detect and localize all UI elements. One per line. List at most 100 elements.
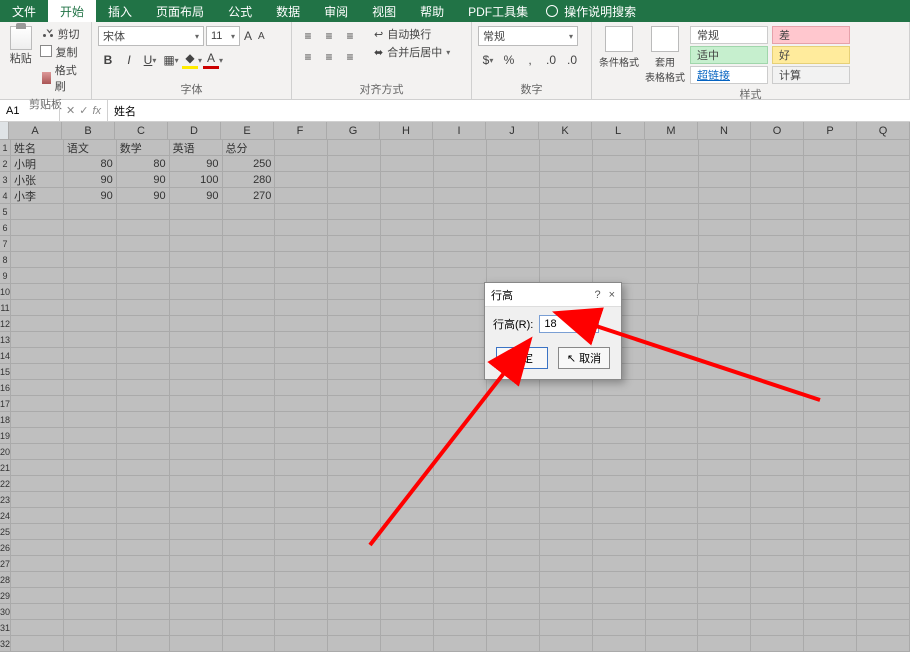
cell[interactable] [328, 380, 381, 396]
cell[interactable] [64, 332, 117, 348]
cell[interactable] [328, 492, 381, 508]
cell[interactable] [487, 556, 540, 572]
cell[interactable] [223, 524, 276, 540]
row-header[interactable]: 10 [0, 284, 11, 300]
cell[interactable] [170, 476, 223, 492]
cell[interactable] [804, 620, 857, 636]
cell[interactable] [434, 508, 487, 524]
cell[interactable] [593, 252, 646, 268]
cell[interactable] [804, 316, 857, 332]
cell[interactable] [540, 460, 593, 476]
cell[interactable] [328, 460, 381, 476]
cell[interactable] [434, 284, 487, 300]
cell[interactable] [11, 524, 64, 540]
cell[interactable] [804, 508, 857, 524]
fill-color-button[interactable]: ◆▾ [182, 50, 202, 70]
cell[interactable] [698, 316, 751, 332]
cell[interactable]: 80 [117, 156, 170, 172]
cell[interactable] [434, 556, 487, 572]
style-link[interactable]: 超链接 [690, 66, 768, 84]
cell[interactable] [170, 284, 223, 300]
cell[interactable] [434, 172, 487, 188]
cell[interactable] [751, 540, 804, 556]
cell[interactable] [64, 492, 117, 508]
cell[interactable] [328, 428, 381, 444]
cell[interactable] [751, 300, 804, 316]
col-header-E[interactable]: E [221, 122, 274, 139]
cell[interactable]: 100 [170, 172, 223, 188]
cell[interactable] [328, 476, 381, 492]
cell[interactable]: 英语 [170, 140, 223, 156]
cell[interactable] [434, 188, 487, 204]
cell[interactable] [751, 476, 804, 492]
cell[interactable]: 小明 [11, 156, 64, 172]
cell[interactable] [540, 556, 593, 572]
style-good[interactable]: 好 [772, 46, 850, 64]
cell[interactable] [170, 636, 223, 652]
cell[interactable] [170, 236, 223, 252]
font-color-button[interactable]: A▾ [203, 50, 223, 70]
cell[interactable] [64, 396, 117, 412]
cell[interactable] [646, 156, 699, 172]
cell[interactable] [646, 204, 699, 220]
cell[interactable] [434, 204, 487, 220]
cell[interactable] [275, 604, 328, 620]
cell[interactable] [751, 316, 804, 332]
cell[interactable] [223, 364, 276, 380]
cell[interactable] [751, 636, 804, 652]
cell[interactable] [646, 140, 699, 156]
cell[interactable] [487, 492, 540, 508]
cell[interactable] [64, 524, 117, 540]
cell[interactable] [593, 396, 646, 412]
cell[interactable] [646, 492, 699, 508]
cell[interactable] [698, 332, 751, 348]
style-bad[interactable]: 差 [772, 26, 850, 44]
font-size-select[interactable]: 11▾ [206, 26, 240, 46]
cell[interactable] [540, 236, 593, 252]
cell[interactable] [487, 524, 540, 540]
cell[interactable] [857, 396, 910, 412]
col-header-J[interactable]: J [486, 122, 539, 139]
cell[interactable] [223, 476, 276, 492]
row-header[interactable]: 6 [0, 220, 11, 236]
row-header[interactable]: 28 [0, 572, 11, 588]
cell[interactable] [328, 220, 381, 236]
cell[interactable] [857, 332, 910, 348]
cell[interactable] [540, 524, 593, 540]
cell[interactable] [804, 396, 857, 412]
cell[interactable] [698, 444, 751, 460]
cell[interactable] [64, 444, 117, 460]
row-header[interactable]: 9 [0, 268, 11, 284]
cell[interactable] [328, 284, 381, 300]
cell[interactable] [593, 380, 646, 396]
col-header-L[interactable]: L [592, 122, 645, 139]
cell[interactable] [540, 188, 593, 204]
cell[interactable] [117, 556, 170, 572]
cell[interactable] [170, 348, 223, 364]
align-bottom-button[interactable]: ≡ [340, 26, 360, 46]
cell[interactable] [540, 156, 593, 172]
cell[interactable] [646, 412, 699, 428]
cell[interactable] [328, 348, 381, 364]
cell[interactable] [699, 204, 752, 220]
cell[interactable] [117, 364, 170, 380]
cell[interactable] [381, 380, 434, 396]
cell[interactable] [11, 508, 64, 524]
cell[interactable] [117, 268, 170, 284]
cell[interactable] [434, 364, 487, 380]
cell[interactable] [381, 396, 434, 412]
cell[interactable] [698, 348, 751, 364]
cell[interactable] [487, 236, 540, 252]
cell[interactable] [275, 316, 328, 332]
cell[interactable] [328, 396, 381, 412]
cell[interactable] [593, 524, 646, 540]
cell[interactable] [381, 172, 434, 188]
cell[interactable] [857, 188, 910, 204]
cell[interactable] [857, 556, 910, 572]
cell[interactable] [804, 284, 857, 300]
cell[interactable] [751, 220, 804, 236]
col-header-B[interactable]: B [62, 122, 115, 139]
row-header[interactable]: 26 [0, 540, 11, 556]
cut-button[interactable]: 剪切 [42, 26, 85, 42]
cell[interactable] [804, 252, 857, 268]
